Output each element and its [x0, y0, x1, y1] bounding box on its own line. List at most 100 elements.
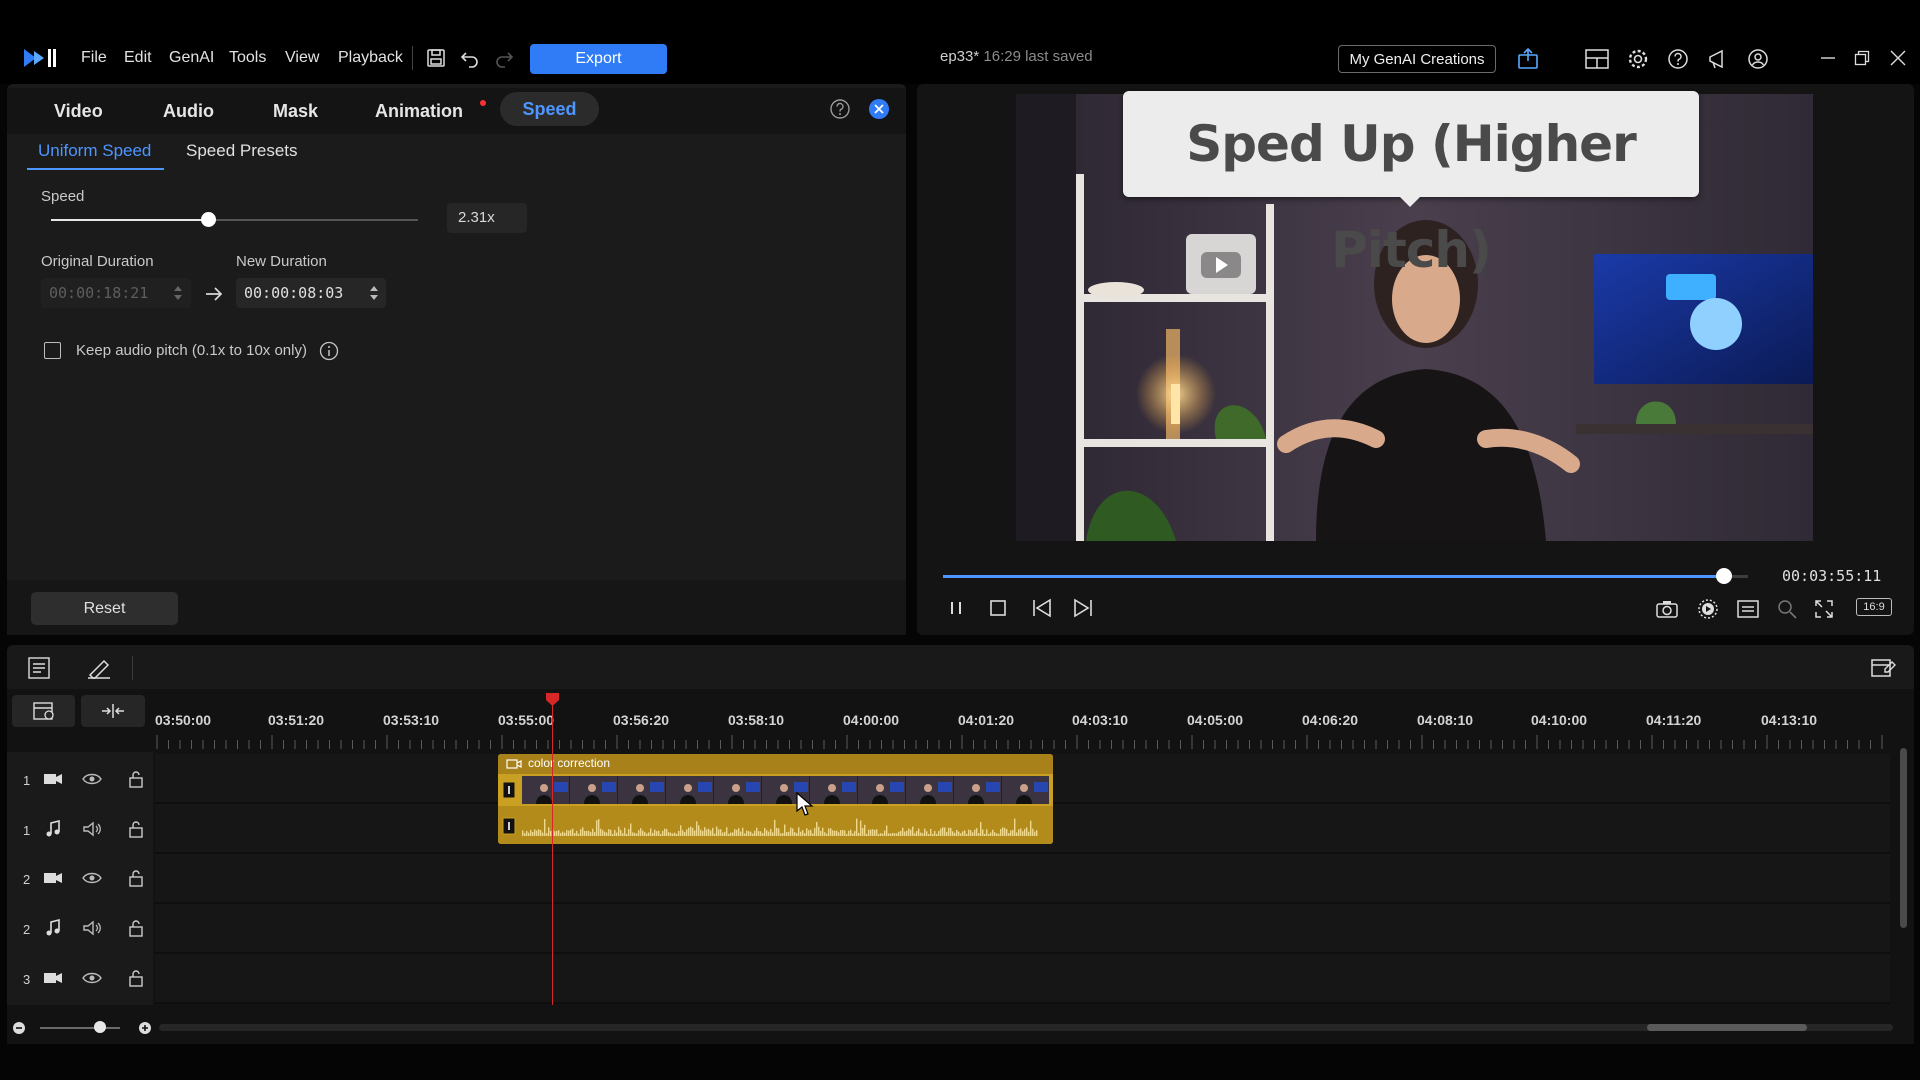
track-row-audio-2[interactable]	[155, 904, 1890, 954]
lock-icon[interactable]	[125, 867, 147, 889]
audio-track-icon	[42, 818, 64, 840]
menu-view[interactable]: View	[285, 46, 319, 70]
stop-icon[interactable]	[985, 596, 1011, 620]
speaker-icon[interactable]	[81, 818, 103, 840]
menu-file[interactable]: File	[81, 46, 107, 70]
zoom-out-icon[interactable]	[11, 1020, 27, 1036]
timeline-scroll-thumb[interactable]	[1647, 1024, 1807, 1031]
clip-video-icon	[506, 757, 522, 771]
export-button[interactable]: Export	[530, 44, 667, 74]
snapshot-icon[interactable]	[1654, 597, 1680, 621]
megaphone-icon[interactable]	[1705, 46, 1731, 72]
panel-close-icon[interactable]	[867, 97, 891, 121]
ruler-label: 04:01:20	[958, 712, 1015, 728]
account-icon[interactable]	[1745, 46, 1771, 72]
fullscreen-icon[interactable]	[1811, 597, 1837, 621]
subtab-uniform-speed[interactable]: Uniform Speed	[38, 141, 151, 161]
preview-timecode: 00:03:55:11	[1782, 567, 1882, 585]
menu-edit[interactable]: Edit	[124, 46, 152, 70]
toolbar-divider	[412, 46, 413, 70]
timeline-clip[interactable]: color correction	[498, 754, 1053, 844]
speed-slider-handle[interactable]	[200, 212, 216, 227]
playback-mode-icon[interactable]	[1695, 597, 1721, 621]
tab-video[interactable]: Video	[54, 88, 103, 134]
seek-bar-handle[interactable]	[1715, 568, 1732, 584]
ruler-label: 03:51:20	[268, 712, 325, 728]
previous-frame-icon[interactable]	[1029, 596, 1055, 620]
menu-genai[interactable]: GenAI	[169, 46, 214, 70]
my-genai-creations-button[interactable]: My GenAI Creations	[1338, 45, 1496, 73]
info-icon[interactable]	[318, 340, 340, 362]
playhead-handle[interactable]	[545, 692, 560, 707]
aspect-ratio-badge[interactable]: 16:9	[1856, 598, 1892, 616]
track-row-video-2[interactable]	[155, 854, 1890, 904]
reset-button[interactable]: Reset	[31, 592, 178, 625]
tab-mask[interactable]: Mask	[273, 88, 318, 134]
track-row-video-3[interactable]	[155, 954, 1890, 1004]
subtitle-icon[interactable]	[1735, 597, 1761, 621]
lock-icon[interactable]	[125, 818, 147, 840]
zoom-slider-track[interactable]	[40, 1027, 120, 1029]
timeline-toolbar	[7, 645, 1914, 689]
speaker-icon[interactable]	[81, 917, 103, 939]
menu-tools[interactable]: Tools	[229, 46, 266, 70]
close-window-icon[interactable]	[1886, 46, 1910, 70]
ruler-label: 04:00:00	[843, 712, 900, 728]
fit-timeline-button[interactable]	[81, 695, 145, 727]
seek-bar-progress	[943, 575, 1724, 578]
timeline-horizontal-scrollbar[interactable]	[159, 1024, 1893, 1031]
zoom-preview-icon[interactable]	[1774, 597, 1800, 621]
clip-audio-waveform	[498, 806, 1053, 844]
clip-fx-icon	[501, 780, 517, 800]
animation-indicator-dot	[480, 100, 486, 106]
panel-help-icon[interactable]	[828, 97, 852, 121]
audio-track-icon	[42, 917, 64, 939]
keep-audio-pitch-label: Keep audio pitch (0.1x to 10x only)	[76, 342, 307, 359]
redo-icon[interactable]	[492, 46, 516, 70]
properties-tab-bar: Video Audio Mask Animation	[7, 88, 906, 134]
upload-icon[interactable]	[1515, 46, 1541, 72]
new-duration-stepper-icon[interactable]	[367, 281, 381, 305]
zoom-in-icon[interactable]	[137, 1020, 153, 1036]
undo-icon[interactable]	[458, 46, 482, 70]
tab-speed[interactable]: Speed	[500, 92, 599, 126]
gear-icon[interactable]	[1625, 46, 1651, 72]
layout-icon[interactable]	[1584, 47, 1610, 71]
help-icon[interactable]	[1665, 46, 1691, 72]
speed-slider-fill	[51, 219, 209, 221]
edit-pen-icon[interactable]	[84, 654, 114, 682]
zoom-slider-handle[interactable]	[94, 1021, 106, 1033]
speed-value-input[interactable]: 2.31x	[447, 203, 527, 233]
lock-icon[interactable]	[125, 768, 147, 790]
timeline-tools-icon[interactable]	[24, 654, 54, 682]
callout-tail	[1398, 195, 1422, 207]
timeline-vertical-scrollbar[interactable]	[1900, 748, 1907, 928]
timeline-settings-icon[interactable]	[1868, 654, 1898, 682]
ruler-label: 04:08:10	[1417, 712, 1474, 728]
track-manager-button[interactable]	[12, 695, 75, 727]
restore-icon[interactable]	[1850, 46, 1874, 70]
video-track-icon	[42, 768, 64, 790]
eye-icon[interactable]	[81, 867, 103, 889]
menu-playback[interactable]: Playback	[338, 46, 403, 70]
eye-icon[interactable]	[81, 768, 103, 790]
track-number: 1	[23, 773, 31, 788]
lock-icon[interactable]	[125, 967, 147, 989]
save-icon[interactable]	[424, 46, 448, 70]
pause-icon[interactable]	[943, 596, 969, 620]
document-title: ep33* 16:29 last saved	[940, 48, 1093, 65]
lock-icon[interactable]	[125, 917, 147, 939]
subtab-active-underline	[27, 168, 164, 170]
next-frame-icon[interactable]	[1070, 596, 1096, 620]
ruler-label: 04:05:00	[1187, 712, 1244, 728]
tab-animation[interactable]: Animation	[375, 88, 463, 134]
fit-timeline-icon	[101, 700, 125, 722]
eye-icon[interactable]	[81, 967, 103, 989]
minimize-icon[interactable]	[1816, 46, 1840, 70]
keep-audio-pitch-checkbox[interactable]	[44, 342, 61, 359]
subtab-speed-presets[interactable]: Speed Presets	[186, 141, 298, 161]
new-duration-field[interactable]: 00:00:08:03	[236, 278, 386, 308]
playhead-line	[552, 700, 553, 1005]
track-number: 1	[23, 823, 31, 838]
tab-audio[interactable]: Audio	[163, 88, 214, 134]
